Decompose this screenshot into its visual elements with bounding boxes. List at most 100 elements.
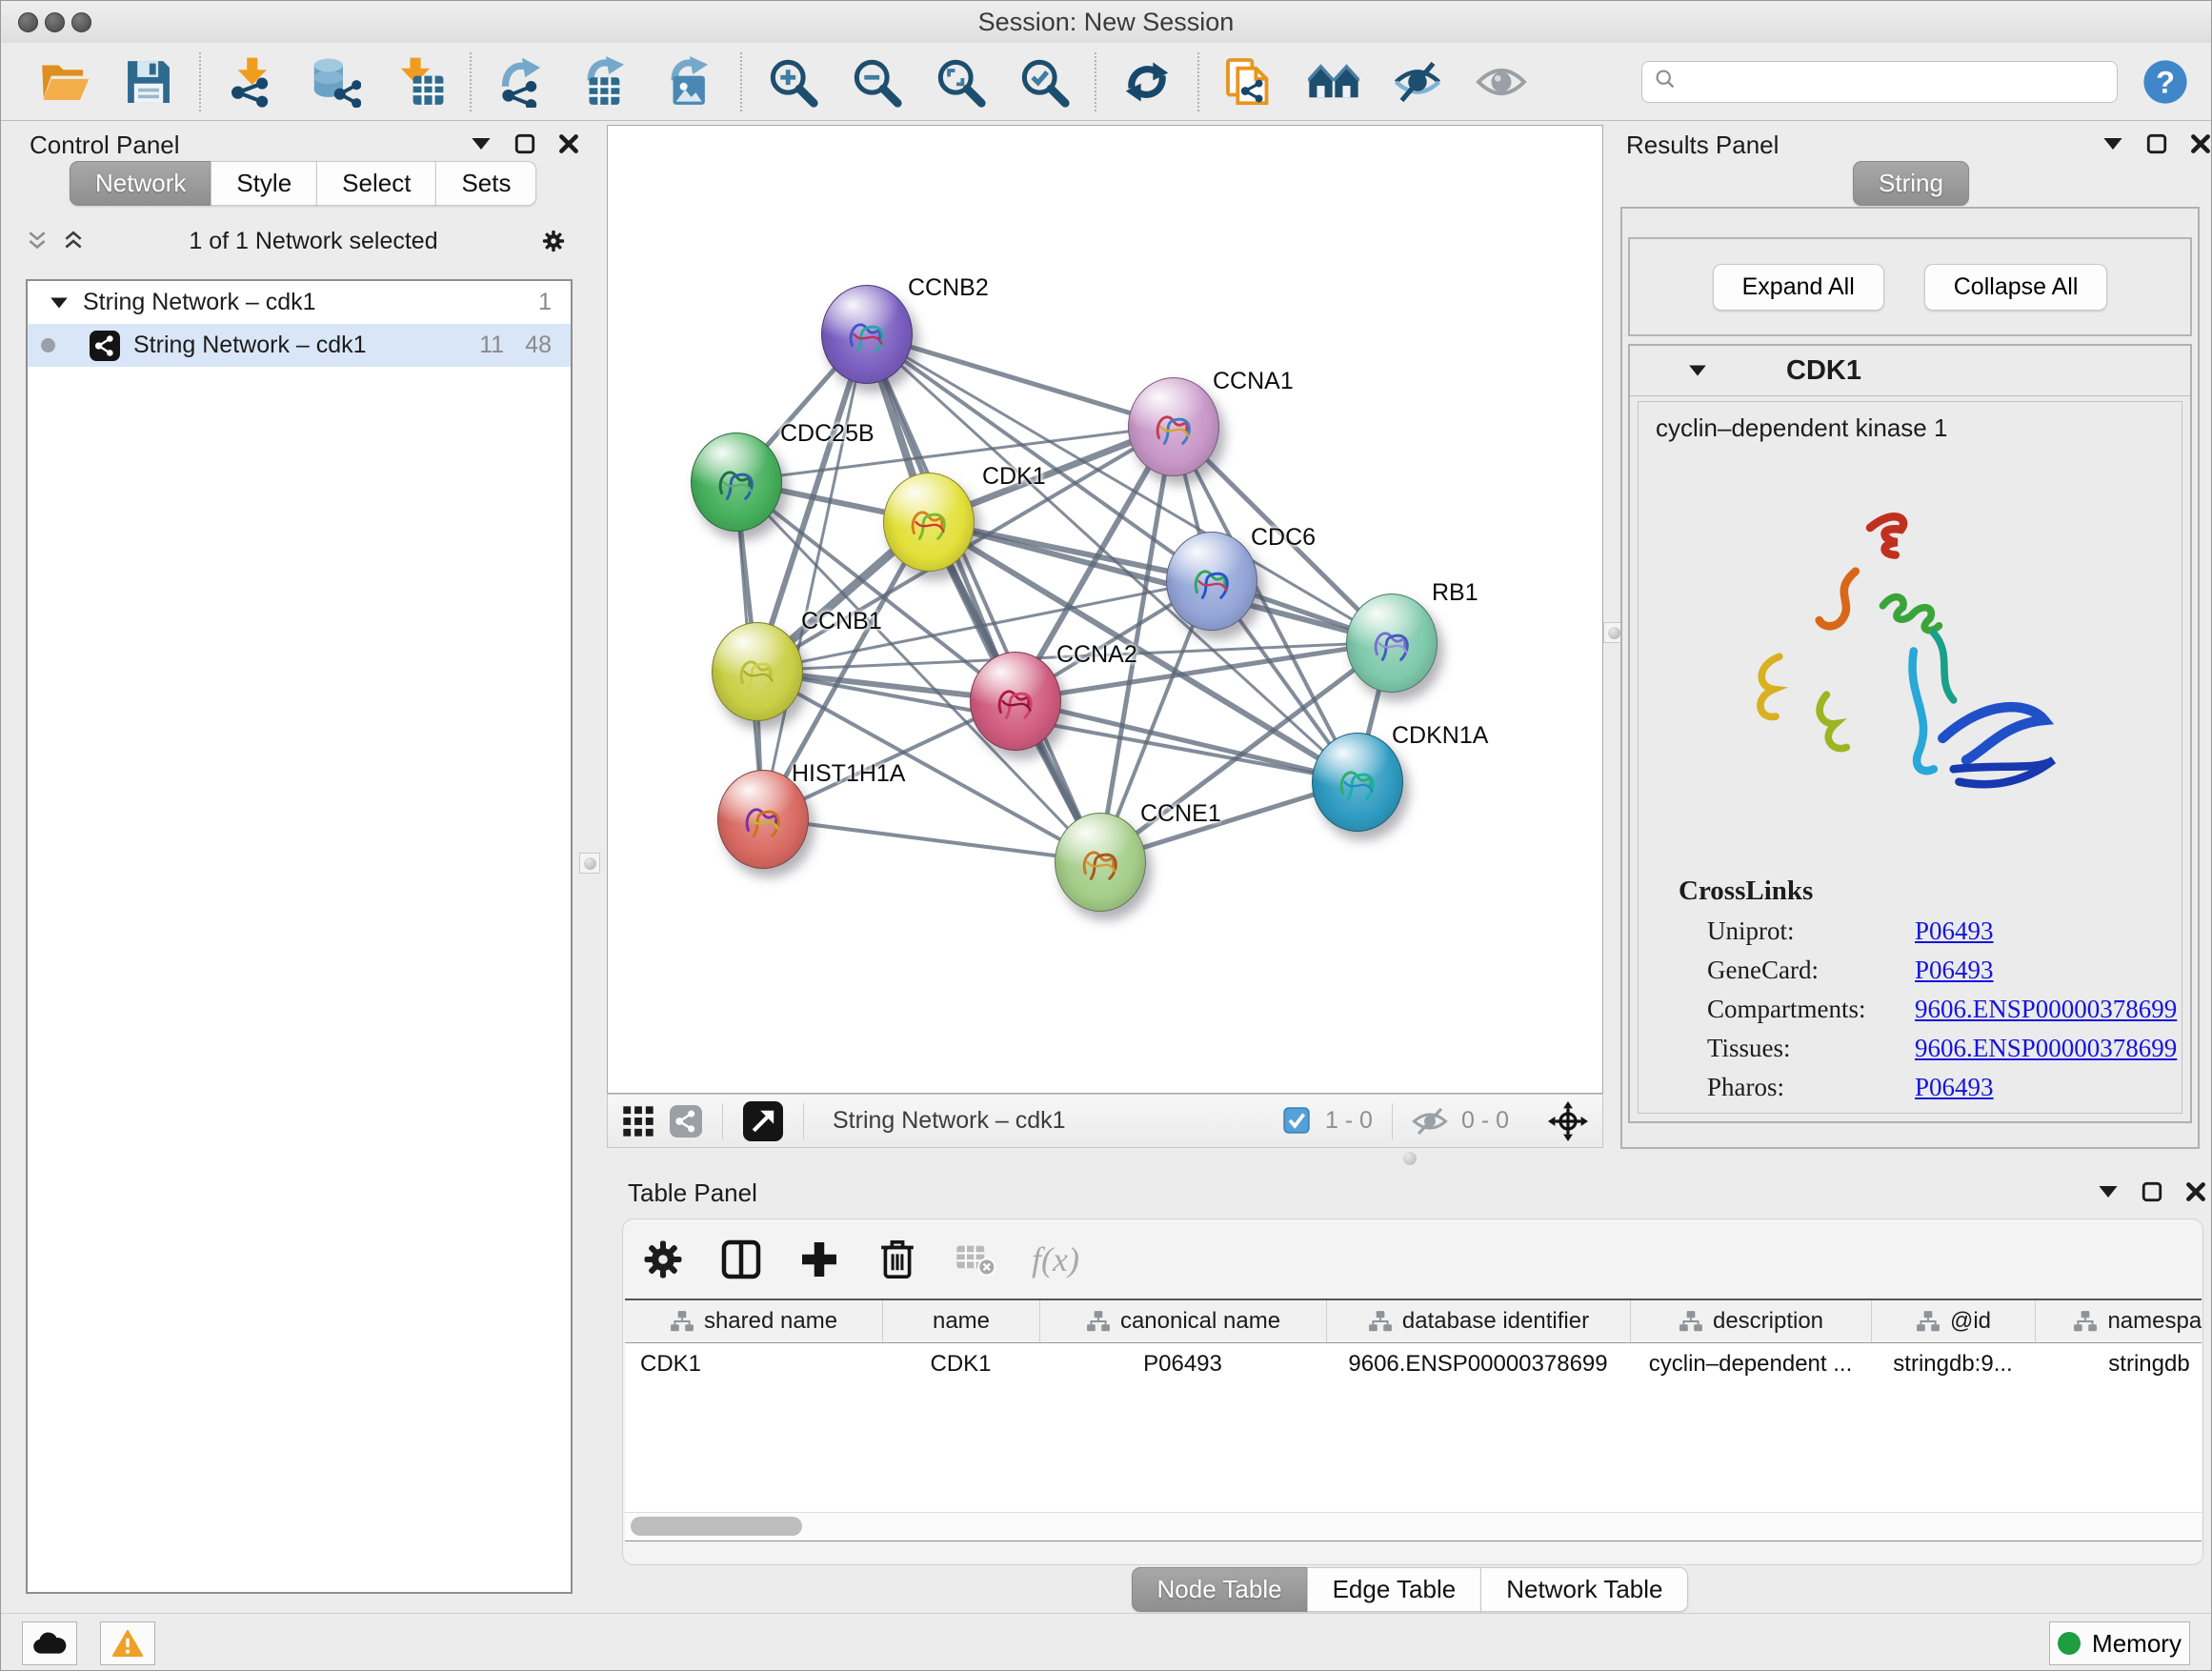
entry-collapse-icon[interactable]	[1630, 363, 1708, 378]
selected-checkbox-icon[interactable]	[1283, 1107, 1312, 1136]
crosslink-label: GeneCard:	[1707, 956, 1915, 985]
tab-string[interactable]: String	[1853, 161, 1969, 206]
network-node-hist1h1a[interactable]	[717, 770, 809, 869]
search-input[interactable]	[1684, 68, 2105, 96]
results-panel-float-icon[interactable]	[2145, 132, 2168, 155]
crosslink-link[interactable]: P06493	[1915, 956, 1994, 985]
import-network-database-button[interactable]	[308, 54, 363, 110]
tab-network[interactable]: Network	[70, 161, 211, 206]
string-home-button[interactable]	[1306, 54, 1361, 110]
crosslink-link[interactable]: 9606.ENSP00000378699	[1915, 1034, 2177, 1063]
column-header-shared-name[interactable]: shared name	[625, 1300, 882, 1342]
search-icon	[1654, 68, 1677, 95]
show-columns-icon[interactable]	[719, 1238, 763, 1281]
column-header-label: canonical name	[1120, 1308, 1280, 1335]
zoom-in-button[interactable]	[765, 54, 820, 110]
tab-sets[interactable]: Sets	[435, 161, 536, 206]
network-node-cdk1[interactable]	[883, 473, 975, 572]
entry-description: cyclin–dependent kinase 1	[1656, 413, 2182, 443]
control-panel-close-icon[interactable]	[557, 132, 580, 155]
search-box[interactable]	[1641, 61, 2118, 103]
collapse-all-button[interactable]: Collapse All	[1924, 264, 2108, 311]
toolbar-separator	[199, 52, 201, 111]
open-session-button[interactable]	[37, 54, 92, 110]
network-node-cdkn1a[interactable]	[1312, 733, 1403, 832]
network-node-ccnb1[interactable]	[712, 622, 803, 721]
network-options-gear-icon[interactable]	[542, 230, 565, 252]
hidden-eye-icon[interactable]	[1412, 1107, 1448, 1136]
shared-column-icon	[1368, 1310, 1393, 1333]
network-share-icon[interactable]	[669, 1104, 703, 1138]
collapse-all-networks-icon[interactable]	[26, 230, 49, 252]
shared-column-icon	[670, 1310, 694, 1333]
crosslink-link[interactable]: P06493	[1915, 916, 1994, 946]
control-panel-float-icon[interactable]	[513, 132, 536, 155]
show-all-button[interactable]	[1474, 54, 1529, 110]
network-node-ccne1[interactable]	[1055, 813, 1146, 912]
tab-style[interactable]: Style	[211, 161, 317, 206]
help-button[interactable]: ?	[2142, 59, 2188, 105]
network-node-ccnb2[interactable]	[821, 285, 913, 384]
control-panel-menu-icon[interactable]	[470, 132, 493, 155]
tab-node-table[interactable]: Node Table	[1132, 1567, 1308, 1612]
table-panel-float-icon[interactable]	[2141, 1180, 2163, 1203]
crosslink-link[interactable]: P06493	[1915, 1073, 1994, 1102]
table-cell: stringdb:9...	[1871, 1343, 2035, 1385]
grid-view-icon[interactable]	[621, 1104, 655, 1138]
table-row[interactable]: CDK1CDK1P064939606.ENSP00000378699cyclin…	[625, 1343, 2202, 1385]
left-splitter-handle[interactable]	[579, 853, 600, 874]
delete-column-icon[interactable]	[875, 1238, 919, 1281]
column-header--id[interactable]: @id	[1871, 1300, 2035, 1342]
tab-select[interactable]: Select	[316, 161, 436, 206]
delete-table-icon-disabled	[954, 1238, 997, 1281]
table-hscrollbar-thumb[interactable]	[631, 1517, 802, 1536]
bottom-splitter-handle[interactable]	[1403, 1152, 1417, 1165]
network-tree-row[interactable]: String Network – cdk11148	[28, 324, 571, 367]
column-header-database-identifier[interactable]: database identifier	[1326, 1300, 1630, 1342]
table-settings-gear-icon[interactable]	[641, 1238, 685, 1281]
cloud-status-button[interactable]	[22, 1621, 77, 1665]
network-node-cdc6[interactable]	[1166, 532, 1257, 631]
network-count: 48	[525, 332, 552, 359]
apply-layout-button[interactable]	[1119, 54, 1175, 110]
crosslink-link[interactable]: 9606.ENSP00000378699	[1915, 995, 2177, 1024]
expand-all-networks-icon[interactable]	[62, 230, 85, 252]
column-header-name[interactable]: name	[882, 1300, 1039, 1342]
crosshair-navigate-icon[interactable]	[1547, 1100, 1589, 1142]
add-column-icon[interactable]	[797, 1238, 841, 1281]
save-session-button[interactable]	[121, 54, 176, 110]
zoom-fit-button[interactable]	[933, 54, 988, 110]
network-node-rb1[interactable]	[1346, 594, 1438, 693]
network-node-cdc25b[interactable]	[691, 433, 782, 532]
results-panel-menu-icon[interactable]	[2101, 132, 2124, 155]
result-entry-header[interactable]: CDK1	[1630, 346, 2190, 396]
network-canvas[interactable]: CCNB2 CCNA1 CDC25B CDK1 CDC6 RB1 CCNB1 C…	[607, 125, 1603, 1094]
results-panel-close-icon[interactable]	[2189, 132, 2212, 155]
tree-expand-icon[interactable]	[49, 295, 70, 311]
expand-all-button[interactable]: Expand All	[1713, 264, 1884, 311]
column-header-description[interactable]: description	[1630, 1300, 1871, 1342]
warnings-button[interactable]	[100, 1621, 155, 1665]
import-network-file-button[interactable]	[224, 54, 279, 110]
zoom-out-button[interactable]	[849, 54, 904, 110]
zoom-selected-button[interactable]	[1016, 54, 1072, 110]
column-header-namespace[interactable]: namespace	[2035, 1300, 2202, 1342]
clone-network-button[interactable]	[1222, 54, 1277, 110]
tab-edge-table[interactable]: Edge Table	[1307, 1567, 1482, 1612]
hide-selected-button[interactable]	[1390, 54, 1445, 110]
table-panel-close-icon[interactable]	[2184, 1180, 2207, 1203]
memory-button[interactable]: Memory	[2049, 1621, 2190, 1665]
toolbar-separator	[740, 52, 742, 111]
birds-eye-view-icon[interactable]	[742, 1100, 784, 1142]
network-node-ccna1[interactable]	[1128, 377, 1219, 476]
export-table-button[interactable]	[578, 54, 633, 110]
column-header-canonical-name[interactable]: canonical name	[1039, 1300, 1326, 1342]
import-table-button[interactable]	[392, 54, 447, 110]
tab-network-table[interactable]: Network Table	[1480, 1567, 1688, 1612]
network-tree-row[interactable]: String Network – cdk11	[28, 281, 571, 324]
table-panel-menu-icon[interactable]	[2097, 1180, 2120, 1203]
export-image-button[interactable]	[662, 54, 717, 110]
network-node-ccna2[interactable]	[970, 652, 1061, 751]
export-network-button[interactable]	[494, 54, 550, 110]
memory-status-dot	[2058, 1632, 2081, 1655]
